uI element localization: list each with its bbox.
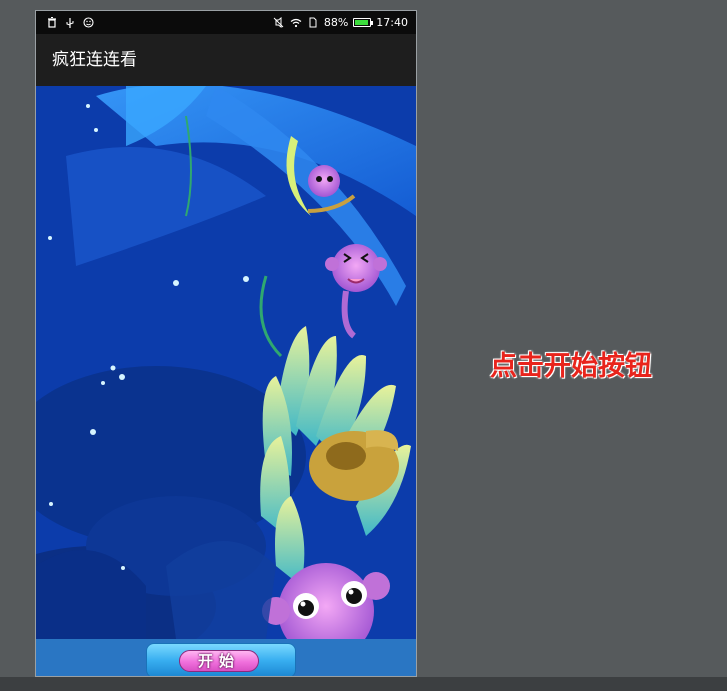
app-title: 疯狂连连看	[52, 50, 137, 70]
battery-percent: 88%	[323, 16, 349, 29]
clock: 17:40	[376, 16, 408, 29]
game-background-illustration	[36, 86, 416, 639]
trash-icon	[46, 17, 58, 29]
mute-icon	[273, 17, 285, 29]
wifi-icon	[290, 17, 302, 29]
start-button-label: 开始	[179, 650, 259, 672]
footer-bar: 开始	[36, 639, 416, 676]
phone-frame: 88% 17:40 疯狂连连看 开始	[35, 10, 417, 677]
start-button[interactable]: 开始	[146, 643, 296, 676]
status-bar: 88% 17:40	[36, 11, 416, 34]
sim-icon	[307, 17, 319, 29]
status-right-icons: 88% 17:40	[273, 11, 408, 34]
app-bar: 疯狂连连看	[36, 34, 416, 86]
usb-icon	[64, 17, 76, 29]
face-icon	[82, 17, 94, 29]
bottom-strip	[0, 677, 727, 691]
jungle-scene-image	[36, 86, 416, 639]
battery-icon	[353, 18, 374, 27]
status-left-icons	[46, 11, 94, 34]
battery-level	[355, 20, 368, 25]
instruction-annotation: 点击开始按钮	[490, 351, 652, 382]
